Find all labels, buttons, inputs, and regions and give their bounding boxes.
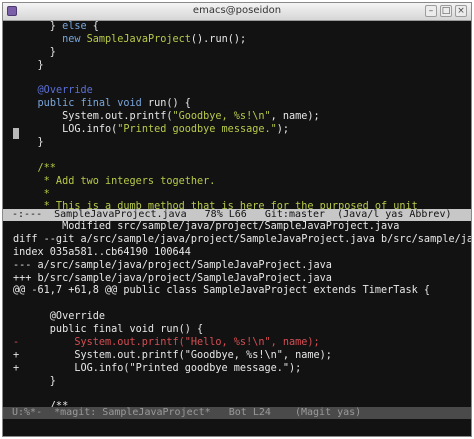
diff-line <box>3 389 471 402</box>
diff-line: + LOG.info("Printed goodbye message."); <box>3 363 471 376</box>
diff-line: public final void run() { <box>3 324 471 337</box>
mode-line-java[interactable]: -:--- SampleJavaProject.java 78% L66 Git… <box>3 209 471 221</box>
diff-line: +++ b/src/sample/java/project/SampleJava… <box>3 273 471 286</box>
code-token: + System.out.printf("Goodbye, %s!\n", na… <box>13 349 332 361</box>
minibuffer[interactable] <box>3 419 471 436</box>
window-title: emacs@poseidon <box>192 5 282 16</box>
source-line: } <box>3 60 471 73</box>
source-line <box>3 150 471 163</box>
code-token: , name); <box>270 111 320 123</box>
code-token: * This is a dumb method that is here for… <box>13 201 418 209</box>
code-token: } <box>13 375 56 387</box>
diff-line: @@ -61,7 +61,8 @@ public class SampleJav… <box>3 285 471 298</box>
source-line: LOG.info("Printed goodbye message."); <box>3 124 471 137</box>
source-line <box>3 73 471 86</box>
code-token: { <box>86 21 99 32</box>
source-line: new SampleJavaProject().run(); <box>3 34 471 47</box>
source-line: * <box>3 189 471 202</box>
code-token: --- a/src/sample/java/project/SampleJava… <box>13 259 332 271</box>
diff-line: Modified src/sample/java/project/SampleJ… <box>3 221 471 234</box>
source-line: * This is a dumb method that is here for… <box>3 201 471 209</box>
source-line: * Add two integers together. <box>3 176 471 189</box>
code-token: +++ b/src/sample/java/project/SampleJava… <box>13 272 332 284</box>
diff-line: - System.out.printf("Hello, %s!\n", name… <box>3 337 471 350</box>
code-token: + LOG.info("Printed goodbye message."); <box>13 362 302 374</box>
code-token: "Goodbye, %s!\n" <box>172 111 271 123</box>
code-token: System.out.printf( <box>13 111 173 123</box>
window-controls: – □ × <box>425 5 467 17</box>
magit-diff-buffer[interactable]: Modified src/sample/java/project/SampleJ… <box>3 221 471 407</box>
code-token: new <box>62 33 81 45</box>
source-line: System.out.printf("Goodbye, %s!\n", name… <box>3 111 471 124</box>
code-token: SampleJavaProject <box>86 33 191 45</box>
code-token: } <box>13 21 63 32</box>
code-token: LOG.info( <box>13 124 118 136</box>
source-line: } <box>3 47 471 60</box>
close-icon[interactable]: × <box>455 5 467 17</box>
mode-line-magit[interactable]: U:%*- *magit: SampleJavaProject* Bot L24… <box>3 407 471 419</box>
code-token: run() { <box>141 98 191 110</box>
source-line: @Override <box>3 85 471 98</box>
diff-line: --- a/src/sample/java/project/SampleJava… <box>3 260 471 273</box>
source-line: } <box>3 137 471 150</box>
text-cursor <box>13 128 19 139</box>
java-source-buffer[interactable]: } else { new SampleJavaProject().run(); … <box>3 21 471 209</box>
code-token: index 035a581..cb64190 100644 <box>13 246 191 258</box>
source-line: /** <box>3 163 471 176</box>
diff-line: @Override <box>3 311 471 324</box>
source-line: } else { <box>3 21 471 34</box>
diff-line: diff --git a/src/sample/java/project/Sam… <box>3 234 471 247</box>
diff-line: index 035a581..cb64190 100644 <box>3 247 471 260</box>
code-token: Modified src/sample/java/project/SampleJ… <box>13 221 400 232</box>
code-token: ); <box>276 124 290 136</box>
code-token: } <box>13 59 44 71</box>
source-line: public final void run() { <box>3 98 471 111</box>
diff-line <box>3 298 471 311</box>
code-token: else <box>62 21 87 32</box>
diff-line: + System.out.printf("Goodbye, %s!\n", na… <box>3 350 471 363</box>
code-token: * Add two integers together. <box>13 175 216 187</box>
code-token: public final void run() { <box>13 324 204 336</box>
code-token: public final void <box>37 98 142 110</box>
code-token: @Override <box>37 85 93 97</box>
code-token: - System.out.printf("Hello, %s!\n", name… <box>13 337 320 349</box>
code-token: @Override <box>13 311 106 323</box>
minimize-icon[interactable]: – <box>425 5 437 17</box>
diff-line: } <box>3 376 471 389</box>
emacs-window: emacs@poseidon – □ × } else { new Sample… <box>2 2 472 437</box>
code-token: @@ -61,7 +61,8 @@ public class SampleJav… <box>13 285 431 297</box>
code-token: ().run(); <box>190 33 247 45</box>
title-bar[interactable]: emacs@poseidon – □ × <box>3 3 471 21</box>
code-token: } <box>13 46 56 58</box>
code-token: "Printed goodbye message." <box>117 124 277 136</box>
code-token: diff --git a/src/sample/java/project/Sam… <box>13 233 471 245</box>
maximize-icon[interactable]: □ <box>440 5 452 17</box>
code-token: /** <box>13 162 56 174</box>
code-token: * <box>13 188 50 200</box>
